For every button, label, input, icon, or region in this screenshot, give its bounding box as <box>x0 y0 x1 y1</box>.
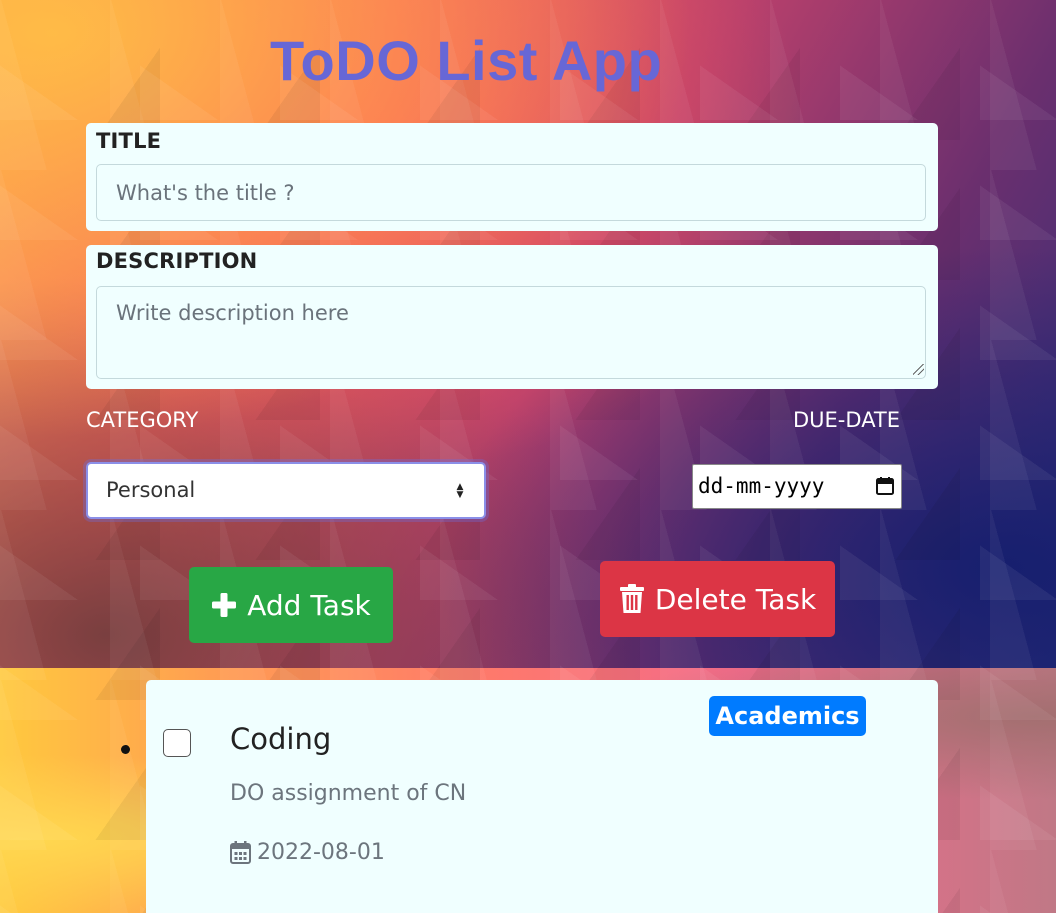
due-date-placeholder: dd-mm-yyyy <box>698 474 825 498</box>
task-title: Coding <box>230 722 332 756</box>
select-arrows-icon: ▲ ▼ <box>456 482 464 500</box>
calendar-picker-icon[interactable] <box>875 476 895 496</box>
resize-handle-icon[interactable] <box>913 364 924 375</box>
due-date-input[interactable]: dd-mm-yyyy <box>692 464 902 509</box>
task-date-text: 2022-08-01 <box>257 840 385 865</box>
title-input[interactable] <box>96 164 926 221</box>
delete-task-button[interactable]: Delete Task <box>600 561 835 637</box>
calendar-icon <box>230 841 251 864</box>
description-panel: DESCRIPTION <box>86 245 938 389</box>
category-select[interactable]: Personal ▲ ▼ <box>86 462 486 519</box>
description-label: DESCRIPTION <box>96 249 258 273</box>
task-checkbox[interactable] <box>163 729 191 757</box>
task-card: Coding DO assignment of CN 2022-08-01 Ac… <box>146 680 938 913</box>
task-date: 2022-08-01 <box>230 840 385 865</box>
app-title: ToDO List App <box>270 29 663 92</box>
delete-task-label: Delete Task <box>654 582 817 616</box>
category-selected-value: Personal <box>106 478 196 502</box>
add-task-button[interactable]: Add Task <box>189 567 393 643</box>
due-date-label: DUE-DATE <box>793 408 901 432</box>
category-label: CATEGORY <box>86 408 199 432</box>
description-input[interactable] <box>96 286 926 379</box>
task-description: DO assignment of CN <box>230 781 467 806</box>
trash-icon <box>619 584 644 613</box>
list-bullet <box>121 745 130 754</box>
title-panel: TITLE <box>86 123 938 231</box>
add-task-label: Add Task <box>247 588 371 622</box>
title-label: TITLE <box>96 129 162 153</box>
plus-icon <box>212 593 237 617</box>
category-badge: Academics <box>709 696 866 736</box>
